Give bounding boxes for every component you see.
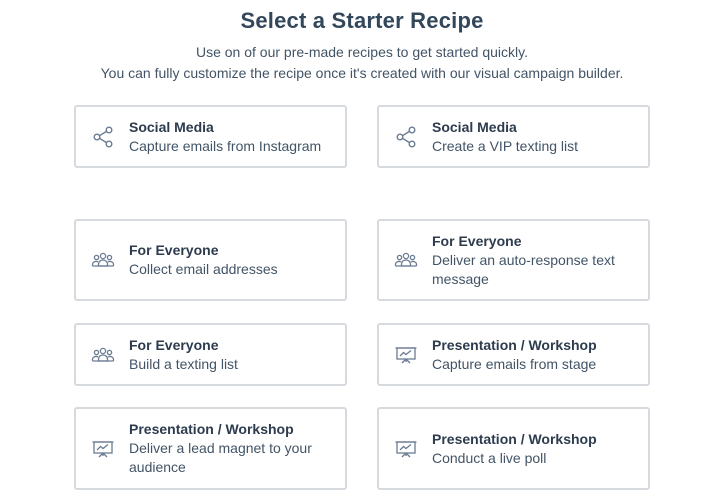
card-category: For Everyone: [432, 232, 522, 249]
recipe-card-stage-emails[interactable]: Presentation / Workshop Capture emails f…: [377, 323, 650, 386]
card-category: Presentation / Workshop: [432, 336, 597, 353]
recipe-card-vip-texting[interactable]: Social Media Create a VIP texting list: [377, 105, 650, 168]
presentation-icon: [393, 436, 419, 462]
recipe-card-instagram-emails[interactable]: Social Media Capture emails from Instagr…: [74, 105, 347, 168]
card-category: For Everyone: [129, 336, 219, 353]
group-icon: [90, 342, 116, 368]
card-category: For Everyone: [129, 242, 219, 258]
card-category: Presentation / Workshop: [129, 421, 294, 437]
recipe-card-collect-emails[interactable]: For Everyone Collect email addresses: [74, 219, 347, 301]
card-description: Create a VIP texting list: [432, 137, 579, 154]
page-title: Select a Starter Recipe: [240, 8, 484, 33]
card-category: Social Media: [432, 118, 517, 135]
card-description: Capture emails from stage: [432, 355, 597, 372]
presentation-icon: [90, 436, 116, 462]
card-description: Deliver an auto-response text message: [432, 251, 615, 287]
recipe-card-lead-magnet[interactable]: Presentation / Workshop Deliver a lead m…: [74, 407, 347, 490]
group-icon: [393, 247, 419, 273]
recipe-card-auto-response[interactable]: For Everyone Deliver an auto-response te…: [377, 219, 650, 301]
starter-recipe-page: Select a Starter Recipe Use on of our pr…: [0, 0, 724, 502]
share-icon: [90, 124, 116, 150]
card-description: Capture emails from Instagram: [129, 137, 322, 154]
recipe-card-live-poll[interactable]: Presentation / Workshop Conduct a live p…: [377, 407, 650, 490]
group-icon: [90, 247, 116, 273]
card-category: Presentation / Workshop: [432, 430, 597, 447]
presentation-icon: [393, 342, 419, 368]
card-description: Deliver a lead magnet to your audience: [129, 440, 312, 475]
card-description: Build a texting list: [129, 355, 238, 372]
page-subtitle-line2: You can fully customize the recipe once …: [100, 65, 624, 81]
card-description: Collect email addresses: [129, 261, 278, 277]
card-category: Social Media: [129, 118, 214, 135]
page-subtitle-line1: Use on of our pre-made recipes to get st…: [195, 44, 528, 60]
card-description: Conduct a live poll: [432, 449, 547, 466]
share-icon: [393, 124, 419, 150]
recipe-card-texting-list[interactable]: For Everyone Build a texting list: [74, 323, 347, 386]
